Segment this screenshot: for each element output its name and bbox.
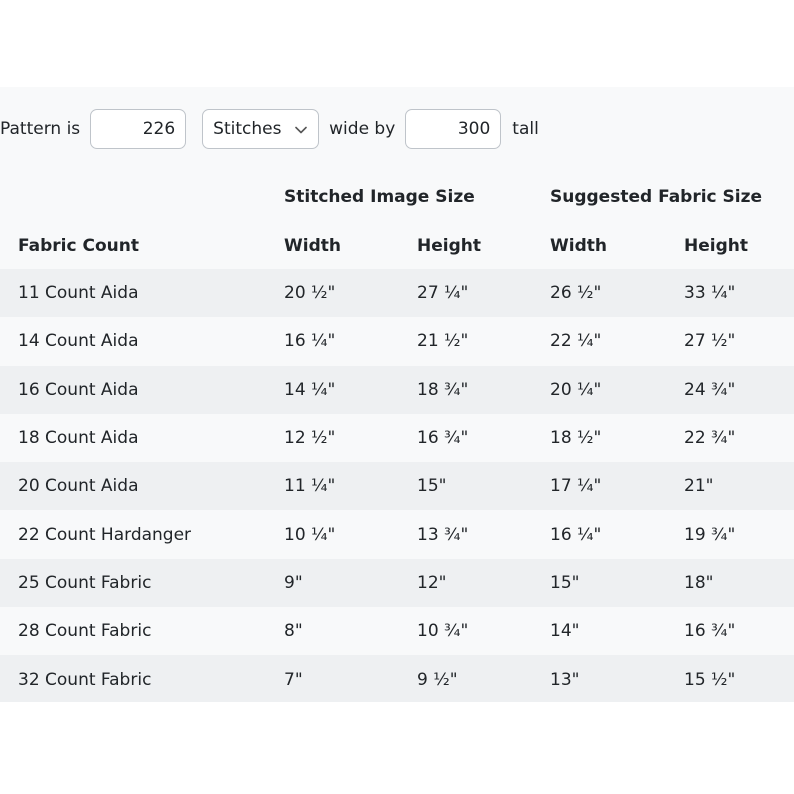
suggested-width-cell: 16 ¼": [550, 510, 684, 559]
suggested-height-cell: 22 ¾": [684, 413, 794, 463]
stitched-width-cell: 10 ¼": [284, 510, 417, 559]
group-header-empty: [0, 171, 284, 223]
fabric-count-cell: 18 Count Aida: [0, 413, 284, 463]
stitched-height-cell: 12": [417, 558, 550, 608]
pattern-size-controls: Pattern is Stitches wide by tall: [0, 109, 539, 149]
stitched-height-header: Height: [417, 236, 481, 256]
wide-by-label: wide by: [329, 119, 396, 139]
suggested-fabric-size-header: Suggested Fabric Size: [550, 187, 763, 207]
stitched-height-cell: 10 ¾": [417, 607, 550, 656]
group-header-row: Stitched Image Size Suggested Fabric Siz…: [0, 171, 794, 223]
stitched-height-cell: 21 ½": [417, 317, 550, 366]
suggested-height-header: Height: [684, 236, 748, 256]
stitched-width-cell: 20 ½": [284, 269, 417, 318]
column-header-row: Fabric Count Width Height Width Height: [0, 223, 794, 269]
suggested-height-cell: 24 ¾": [684, 365, 794, 414]
fabric-count-cell: 32 Count Fabric: [0, 655, 284, 702]
fabric-count-cell: 14 Count Aida: [0, 317, 284, 366]
stitched-width-cell: 7": [284, 655, 417, 702]
table-row: 25 Count Fabric 9" 12" 15" 18": [0, 558, 794, 608]
stitched-height-cell: 13 ¾": [417, 510, 550, 559]
height-input[interactable]: [405, 109, 502, 149]
suggested-height-cell: 18": [684, 558, 794, 608]
suggested-height-cell: 15 ½": [684, 655, 794, 702]
fabric-size-table: Stitched Image Size Suggested Fabric Siz…: [0, 171, 794, 702]
suggested-height-cell: 21": [684, 462, 794, 511]
stitched-width-header: Width: [284, 236, 341, 256]
stitched-width-cell: 8": [284, 607, 417, 656]
suggested-height-cell: 27 ½": [684, 317, 794, 366]
suggested-height-cell: 33 ¼": [684, 269, 794, 318]
suggested-height-cell: 19 ¾": [684, 510, 794, 559]
unit-select-value: Stitches: [213, 119, 282, 139]
fabric-count-cell: 16 Count Aida: [0, 365, 284, 414]
suggested-width-cell: 17 ¼": [550, 462, 684, 511]
table-row: 14 Count Aida 16 ¼" 21 ½" 22 ¼" 27 ½": [0, 317, 794, 366]
table-row: 16 Count Aida 14 ¼" 18 ¾" 20 ¼" 24 ¾": [0, 365, 794, 414]
suggested-width-cell: 26 ½": [550, 269, 684, 318]
table-row: 32 Count Fabric 7" 9 ½" 13" 15 ½": [0, 655, 794, 702]
table-row: 28 Count Fabric 8" 10 ¾" 14" 16 ¾": [0, 607, 794, 656]
stitched-height-cell: 9 ½": [417, 655, 550, 702]
fabric-count-cell: 28 Count Fabric: [0, 607, 284, 656]
fabric-count-cell: 20 Count Aida: [0, 462, 284, 511]
stitched-width-cell: 14 ¼": [284, 365, 417, 414]
stitched-height-cell: 16 ¾": [417, 413, 550, 463]
stitched-height-cell: 18 ¾": [417, 365, 550, 414]
stitched-image-size-header: Stitched Image Size: [284, 187, 475, 207]
fabric-count-cell: 11 Count Aida: [0, 269, 284, 318]
suggested-width-cell: 20 ¼": [550, 365, 684, 414]
table-row: 18 Count Aida 12 ½" 16 ¾" 18 ½" 22 ¾": [0, 413, 794, 463]
stitched-width-cell: 9": [284, 558, 417, 608]
fabric-count-cell: 22 Count Hardanger: [0, 510, 284, 559]
table-row: 20 Count Aida 11 ¼" 15" 17 ¼" 21": [0, 462, 794, 511]
stitched-width-cell: 11 ¼": [284, 462, 417, 511]
table-row: 22 Count Hardanger 10 ¼" 13 ¾" 16 ¼" 19 …: [0, 510, 794, 559]
suggested-width-cell: 18 ½": [550, 413, 684, 463]
suggested-width-cell: 22 ¼": [550, 317, 684, 366]
size-calculator-panel: Pattern is Stitches wide by tall Stitche…: [0, 87, 794, 702]
width-input[interactable]: [90, 109, 187, 149]
fabric-count-header: Fabric Count: [18, 236, 139, 256]
suggested-height-cell: 16 ¾": [684, 607, 794, 656]
fabric-count-cell: 25 Count Fabric: [0, 558, 284, 608]
suggested-width-cell: 15": [550, 558, 684, 608]
pattern-is-label: Pattern is: [0, 119, 81, 139]
suggested-width-header: Width: [550, 236, 607, 256]
stitched-height-cell: 27 ¼": [417, 269, 550, 318]
suggested-width-cell: 14": [550, 607, 684, 656]
chevron-down-icon: [294, 122, 308, 136]
stitched-width-cell: 12 ½": [284, 413, 417, 463]
tall-label: tall: [512, 119, 539, 139]
table-row: 11 Count Aida 20 ½" 27 ¼" 26 ½" 33 ¼": [0, 269, 794, 318]
stitched-height-cell: 15": [417, 462, 550, 511]
suggested-width-cell: 13": [550, 655, 684, 702]
unit-select[interactable]: Stitches: [202, 109, 320, 149]
stitched-width-cell: 16 ¼": [284, 317, 417, 366]
